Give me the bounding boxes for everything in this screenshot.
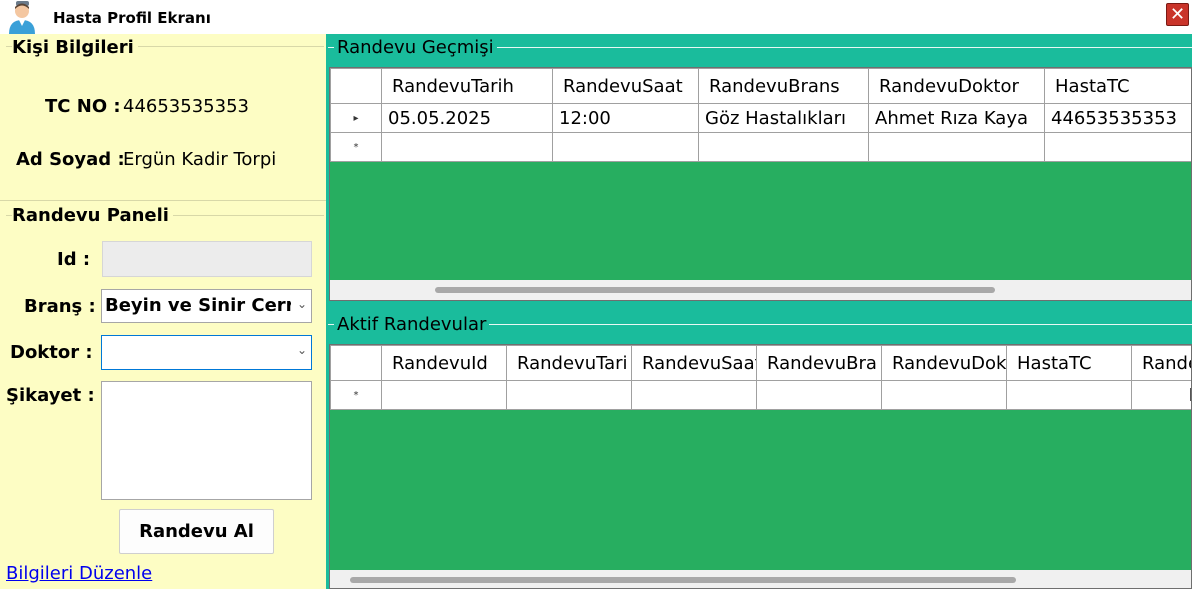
left-panel: Kişi Bilgileri TC NO : 44653535353 Ad So… bbox=[0, 34, 326, 589]
new-row[interactable]: * bbox=[330, 380, 1191, 410]
column-header[interactable]: RandevuTari bbox=[506, 345, 632, 381]
tc-value: 44653535353 bbox=[123, 96, 249, 117]
table-cell[interactable] bbox=[756, 380, 882, 410]
new-row-marker-icon[interactable]: * bbox=[330, 132, 382, 162]
chevron-down-icon: ⌄ bbox=[296, 343, 307, 357]
history-grid[interactable]: RandevuTarih RandevuSaat RandevuBrans Ra… bbox=[329, 67, 1192, 301]
table-cell[interactable] bbox=[1006, 380, 1132, 410]
current-row-marker-icon[interactable]: ▸ bbox=[330, 103, 382, 133]
branch-label: Branş : bbox=[24, 296, 96, 317]
checkbox-cell[interactable] bbox=[1131, 380, 1191, 410]
table-cell[interactable] bbox=[631, 380, 757, 410]
active-grid[interactable]: RandevuId RandevuTari RandevuSaat Randev… bbox=[329, 344, 1192, 589]
table-cell[interactable] bbox=[506, 380, 632, 410]
column-header[interactable]: RandevuId bbox=[381, 345, 507, 381]
horizontal-scrollbar[interactable] bbox=[330, 280, 1191, 300]
column-header[interactable]: RandevuSaat bbox=[552, 68, 699, 104]
window-title: Hasta Profil Ekranı bbox=[53, 9, 211, 27]
group-divider bbox=[0, 200, 326, 201]
row-header-corner bbox=[330, 68, 382, 104]
column-header[interactable]: RandevuTarih bbox=[381, 68, 553, 104]
tc-label: TC NO : bbox=[45, 96, 121, 117]
title-bar: Hasta Profil Ekranı ✕ bbox=[0, 0, 1192, 34]
column-header[interactable]: Rande bbox=[1131, 345, 1191, 381]
scrollbar-thumb[interactable] bbox=[350, 577, 1016, 583]
table-cell[interactable] bbox=[868, 132, 1045, 162]
header-row: RandevuId RandevuTari RandevuSaat Randev… bbox=[330, 345, 1191, 381]
table-cell[interactable]: 44653535353 bbox=[1044, 103, 1191, 133]
history-title: Randevu Geçmişi bbox=[334, 37, 497, 58]
branch-select[interactable]: Beyin ve Sinir Cerra ⌄ bbox=[101, 289, 312, 323]
complaint-label: Şikayet : bbox=[6, 385, 95, 406]
name-label: Ad Soyad : bbox=[16, 149, 125, 170]
row-header-corner bbox=[330, 345, 382, 381]
doctor-select[interactable]: ⌄ bbox=[101, 335, 312, 370]
table-cell[interactable] bbox=[381, 380, 507, 410]
column-header[interactable]: RandevuSaat bbox=[631, 345, 757, 381]
table-cell[interactable] bbox=[381, 132, 553, 162]
complaint-textarea[interactable] bbox=[101, 381, 312, 500]
column-header[interactable]: HastaTC bbox=[1044, 68, 1191, 104]
column-header[interactable]: RandevuDok bbox=[881, 345, 1007, 381]
table-row[interactable]: ▸ 05.05.2025 12:00 Göz Hastalıkları Ahme… bbox=[330, 103, 1191, 133]
table-cell[interactable] bbox=[552, 132, 699, 162]
history-table: RandevuTarih RandevuSaat RandevuBrans Ra… bbox=[330, 68, 1191, 162]
branch-select-value: Beyin ve Sinir Cerra bbox=[105, 295, 291, 316]
edit-info-link[interactable]: Bilgileri Düzenle bbox=[6, 563, 152, 584]
right-panel: Randevu Geçmişi RandevuTarih RandevuSaat… bbox=[326, 34, 1192, 589]
scrollbar-thumb[interactable] bbox=[435, 287, 995, 293]
table-cell[interactable] bbox=[1044, 132, 1191, 162]
new-row-marker-icon[interactable]: * bbox=[330, 380, 382, 410]
person-info-title: Kişi Bilgileri bbox=[12, 37, 138, 58]
column-header[interactable]: RandevuDoktor bbox=[868, 68, 1045, 104]
id-field[interactable] bbox=[102, 241, 312, 277]
close-button[interactable]: ✕ bbox=[1166, 3, 1189, 26]
id-label: Id : bbox=[57, 249, 91, 270]
chevron-down-icon: ⌄ bbox=[296, 297, 307, 311]
active-title: Aktif Randevular bbox=[334, 314, 490, 335]
active-table: RandevuId RandevuTari RandevuSaat Randev… bbox=[330, 345, 1191, 410]
close-icon: ✕ bbox=[1169, 4, 1186, 25]
table-cell[interactable]: Göz Hastalıkları bbox=[698, 103, 869, 133]
column-header[interactable]: HastaTC bbox=[1006, 345, 1132, 381]
column-header[interactable]: RandevuBra bbox=[756, 345, 882, 381]
table-cell[interactable]: 12:00 bbox=[552, 103, 699, 133]
table-cell[interactable]: Ahmet Rıza Kaya bbox=[868, 103, 1045, 133]
header-row: RandevuTarih RandevuSaat RandevuBrans Ra… bbox=[330, 68, 1191, 104]
make-appointment-button[interactable]: Randevu Al bbox=[119, 509, 274, 554]
table-cell[interactable]: 05.05.2025 bbox=[381, 103, 553, 133]
horizontal-scrollbar[interactable] bbox=[330, 570, 1191, 588]
doctor-label: Doktor : bbox=[10, 342, 93, 363]
user-avatar-icon bbox=[9, 1, 35, 34]
name-value: Ergün Kadir Torpi bbox=[123, 149, 277, 170]
appointment-panel-title: Randevu Paneli bbox=[12, 205, 173, 226]
column-header[interactable]: RandevuBrans bbox=[698, 68, 869, 104]
table-cell[interactable] bbox=[881, 380, 1007, 410]
new-row[interactable]: * bbox=[330, 132, 1191, 162]
table-cell[interactable] bbox=[698, 132, 869, 162]
